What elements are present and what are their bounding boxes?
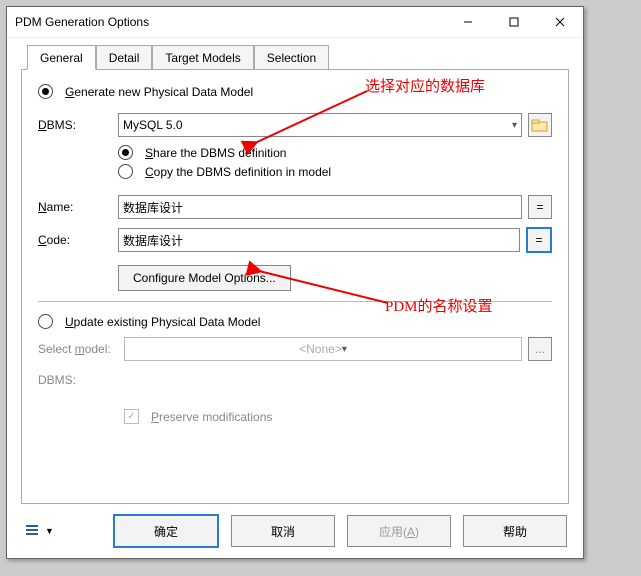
code-value: 数据库设计 [123,232,183,249]
tab-detail[interactable]: Detail [96,45,153,70]
footer-menu-icon[interactable]: ▼ [23,521,56,541]
select-model-value: <None> [299,342,342,356]
configure-model-options-button[interactable]: Configure Model Options... [118,265,291,291]
help-button[interactable]: 帮助 [463,515,567,547]
titlebar: PDM Generation Options [7,7,583,38]
window-buttons [445,7,583,37]
select-model-combo: <None> ▾ [124,337,522,361]
radio-generate-new-label: Generate new Physical Data Model [65,85,253,99]
update-dbms-value [124,369,552,391]
radio-update-existing[interactable] [38,314,53,329]
window-title: PDM Generation Options [15,15,445,29]
cancel-button[interactable]: 取消 [231,515,335,547]
dbms-browse-button[interactable] [528,113,552,137]
tab-target-models[interactable]: Target Models [152,45,253,70]
dbms-combo[interactable]: MySQL 5.0 ▾ [118,113,522,137]
update-dbms-label: DBMS: [38,373,118,387]
caret-down-icon: ▼ [45,526,54,536]
preserve-modifications-label: Preserve modifications [151,410,272,424]
dialog-footer: ▼ 确定 取消 应用(A) 帮助 [21,504,569,548]
dialog-window: PDM Generation Options General Detail Ta… [6,6,584,559]
preserve-modifications-checkbox [124,409,139,424]
select-model-label: Select model: [38,342,118,356]
code-input[interactable]: 数据库设计 [118,228,520,252]
maximize-button[interactable] [491,7,537,37]
radio-update-existing-label: Update existing Physical Data Model [65,315,260,329]
radio-copy-dbms[interactable] [118,164,133,179]
close-button[interactable] [537,7,583,37]
tab-strip: General Detail Target Models Selection [27,44,569,69]
chevron-down-icon: ▾ [342,344,347,355]
name-value: 数据库设计 [123,199,183,216]
tab-general[interactable]: General [27,45,96,70]
name-label: Name: [38,200,112,214]
chevron-down-icon: ▾ [512,120,517,131]
tab-selection[interactable]: Selection [254,45,329,70]
radio-share-dbms[interactable] [118,145,133,160]
radio-generate-new[interactable] [38,84,53,99]
dbms-label: DBMS: [38,118,112,132]
tab-page-general: Generate new Physical Data Model DBMS: M… [21,69,569,504]
name-input[interactable]: 数据库设计 [118,195,522,219]
dbms-value: MySQL 5.0 [123,118,183,132]
radio-copy-dbms-label: Copy the DBMS definition in model [145,165,331,179]
code-sync-button[interactable]: = [526,227,552,253]
code-label: Code: [38,233,112,247]
minimize-button[interactable] [445,7,491,37]
ok-button[interactable]: 确定 [113,514,219,548]
select-model-browse-button: ... [528,337,552,361]
radio-share-dbms-label: Share the DBMS definition [145,146,286,160]
apply-button[interactable]: 应用(A) [347,515,451,547]
name-sync-button[interactable]: = [528,195,552,219]
separator [38,301,552,302]
